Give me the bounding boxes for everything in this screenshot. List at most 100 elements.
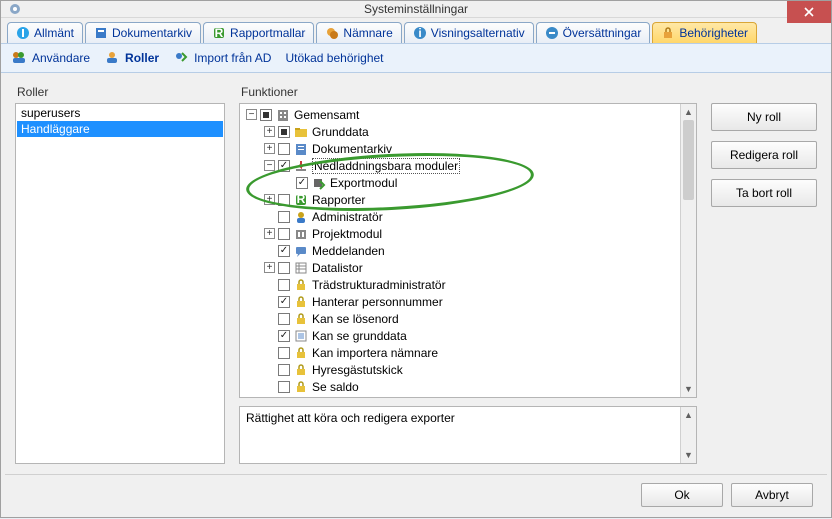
tree-node-label: Se saldo	[312, 380, 359, 394]
expander-icon[interactable]: +	[264, 262, 275, 273]
new-role-button[interactable]: Ny roll	[711, 103, 817, 131]
tab-dokumentarkiv[interactable]: Dokumentarkiv	[85, 22, 201, 43]
functions-tree[interactable]: −Gemensamt+Grunddata+Dokumentarkiv−✓Nedl…	[239, 103, 697, 398]
expander-icon[interactable]: +	[264, 143, 275, 154]
cancel-button[interactable]: Avbryt	[731, 483, 813, 507]
expander-spacer	[282, 177, 293, 188]
lock-icon	[294, 278, 308, 292]
tree-scrollbar[interactable]: ▲ ▼	[680, 104, 696, 397]
checkbox[interactable]: ✓	[296, 177, 308, 189]
tree-node-label: Nedladdningsbara moduler	[312, 158, 460, 174]
scroll-down-icon[interactable]: ▼	[681, 381, 696, 397]
ok-button[interactable]: Ok	[641, 483, 723, 507]
tab-översättningar[interactable]: Översättningar	[536, 22, 651, 43]
tree-node[interactable]: Se saldo	[240, 378, 696, 395]
tab-icon	[325, 26, 339, 40]
roles-listbox[interactable]: superusersHandläggare	[15, 103, 225, 464]
checkbox[interactable]	[278, 279, 290, 291]
expander-spacer	[264, 296, 275, 307]
close-button[interactable]	[787, 1, 831, 23]
action-buttons-column: Ny roll Redigera roll Ta bort roll	[711, 83, 817, 464]
tree-node[interactable]: +RRapporter	[240, 191, 696, 208]
checkbox[interactable]: ✓	[278, 330, 290, 342]
tab-nämnare[interactable]: Nämnare	[316, 22, 401, 43]
tree-node[interactable]: +Datalistor	[240, 259, 696, 276]
toolbar-roller[interactable]: Roller	[104, 50, 159, 66]
expander-icon[interactable]: +	[264, 228, 275, 239]
checkbox[interactable]: ✓	[278, 160, 290, 172]
footer: Ok Avbryt	[5, 474, 827, 519]
expander-icon[interactable]: +	[264, 194, 275, 205]
tab-behörigheter[interactable]: Behörigheter	[652, 22, 757, 43]
desc-scrollbar[interactable]: ▲ ▼	[680, 407, 696, 463]
toolbar-icon	[104, 50, 120, 66]
tree-node-label: Grunddata	[312, 125, 369, 139]
scroll-down-icon[interactable]: ▼	[681, 447, 696, 463]
role-item[interactable]: superusers	[17, 105, 223, 121]
checkbox[interactable]	[278, 262, 290, 274]
tree-node[interactable]: ✓Kan se grunddata	[240, 327, 696, 344]
tree-node[interactable]: Administratör	[240, 208, 696, 225]
checkbox[interactable]	[278, 228, 290, 240]
tree-node-label: Hanterar personnummer	[312, 295, 443, 309]
tree-node[interactable]: + Grunddata	[240, 123, 696, 140]
message-icon	[294, 244, 308, 258]
delete-role-button[interactable]: Ta bort roll	[711, 179, 817, 207]
tree-node-label: Kan importera nämnare	[312, 346, 438, 360]
expander-spacer	[264, 245, 275, 256]
tab-label: Översättningar	[563, 26, 642, 40]
tree-node[interactable]: ✓Meddelanden	[240, 242, 696, 259]
scroll-up-icon[interactable]: ▲	[681, 407, 696, 423]
tab-allmänt[interactable]: Allmänt	[7, 22, 83, 43]
tab-rapportmallar[interactable]: RRapportmallar	[203, 22, 314, 43]
tree-node-label: Administratör	[312, 210, 383, 224]
expander-icon[interactable]: +	[264, 126, 275, 137]
edit-role-button[interactable]: Redigera roll	[711, 141, 817, 169]
checkbox[interactable]	[278, 143, 290, 155]
tree-node[interactable]: +Projektmodul	[240, 225, 696, 242]
tree-node[interactable]: Trädstrukturadministratör	[240, 276, 696, 293]
tree-node[interactable]: +Dokumentarkiv	[240, 140, 696, 157]
tree-node[interactable]: −✓ Nedladdningsbara moduler	[240, 157, 696, 174]
expander-icon[interactable]: −	[246, 109, 257, 120]
tree-node[interactable]: Kan importera nämnare	[240, 344, 696, 361]
checkbox[interactable]: ✓	[278, 245, 290, 257]
checkbox[interactable]	[278, 313, 290, 325]
role-item[interactable]: Handläggare	[17, 121, 223, 137]
expander-spacer	[264, 279, 275, 290]
tree-node[interactable]: Kan se lösenord	[240, 310, 696, 327]
checkbox[interactable]	[278, 381, 290, 393]
tree-node[interactable]: −Gemensamt	[240, 106, 696, 123]
scroll-up-icon[interactable]: ▲	[681, 104, 696, 120]
expander-spacer	[264, 211, 275, 222]
lock-icon	[294, 380, 308, 394]
checkbox[interactable]	[278, 347, 290, 359]
expander-icon[interactable]: −	[264, 160, 275, 171]
folder-icon	[294, 125, 308, 139]
titlebar: Systeminställningar	[1, 1, 831, 18]
tree-node-label: Rapporter	[312, 193, 365, 207]
tab-label: Allmänt	[34, 26, 74, 40]
export-icon	[312, 176, 326, 190]
toolbar-utökad-behörighet[interactable]: Utökad behörighet	[285, 51, 383, 65]
toolbar-användare[interactable]: Användare	[11, 50, 90, 66]
edit-role-label: Redigera roll	[730, 148, 798, 162]
tree-node[interactable]: Hyresgästutskick	[240, 361, 696, 378]
tab-visningsalternativ[interactable]: iVisningsalternativ	[404, 22, 534, 43]
scroll-thumb[interactable]	[683, 120, 694, 200]
tree-node[interactable]: ✓Exportmodul	[240, 174, 696, 191]
expander-spacer	[264, 330, 275, 341]
toolbar-icon	[173, 50, 189, 66]
tree-node[interactable]: ✓ Hanterar personnummer	[240, 293, 696, 310]
cancel-label: Avbryt	[755, 488, 789, 502]
checkbox[interactable]	[278, 194, 290, 206]
archive-icon	[294, 142, 308, 156]
checkbox[interactable]	[278, 126, 290, 138]
content-area: Roller superusersHandläggare Funktioner …	[1, 73, 831, 468]
checkbox[interactable]	[278, 211, 290, 223]
checkbox[interactable]: ✓	[278, 296, 290, 308]
tab-label: Nämnare	[343, 26, 392, 40]
checkbox[interactable]	[278, 364, 290, 376]
toolbar-import-från-ad[interactable]: Import från AD	[173, 50, 271, 66]
checkbox[interactable]	[260, 109, 272, 121]
